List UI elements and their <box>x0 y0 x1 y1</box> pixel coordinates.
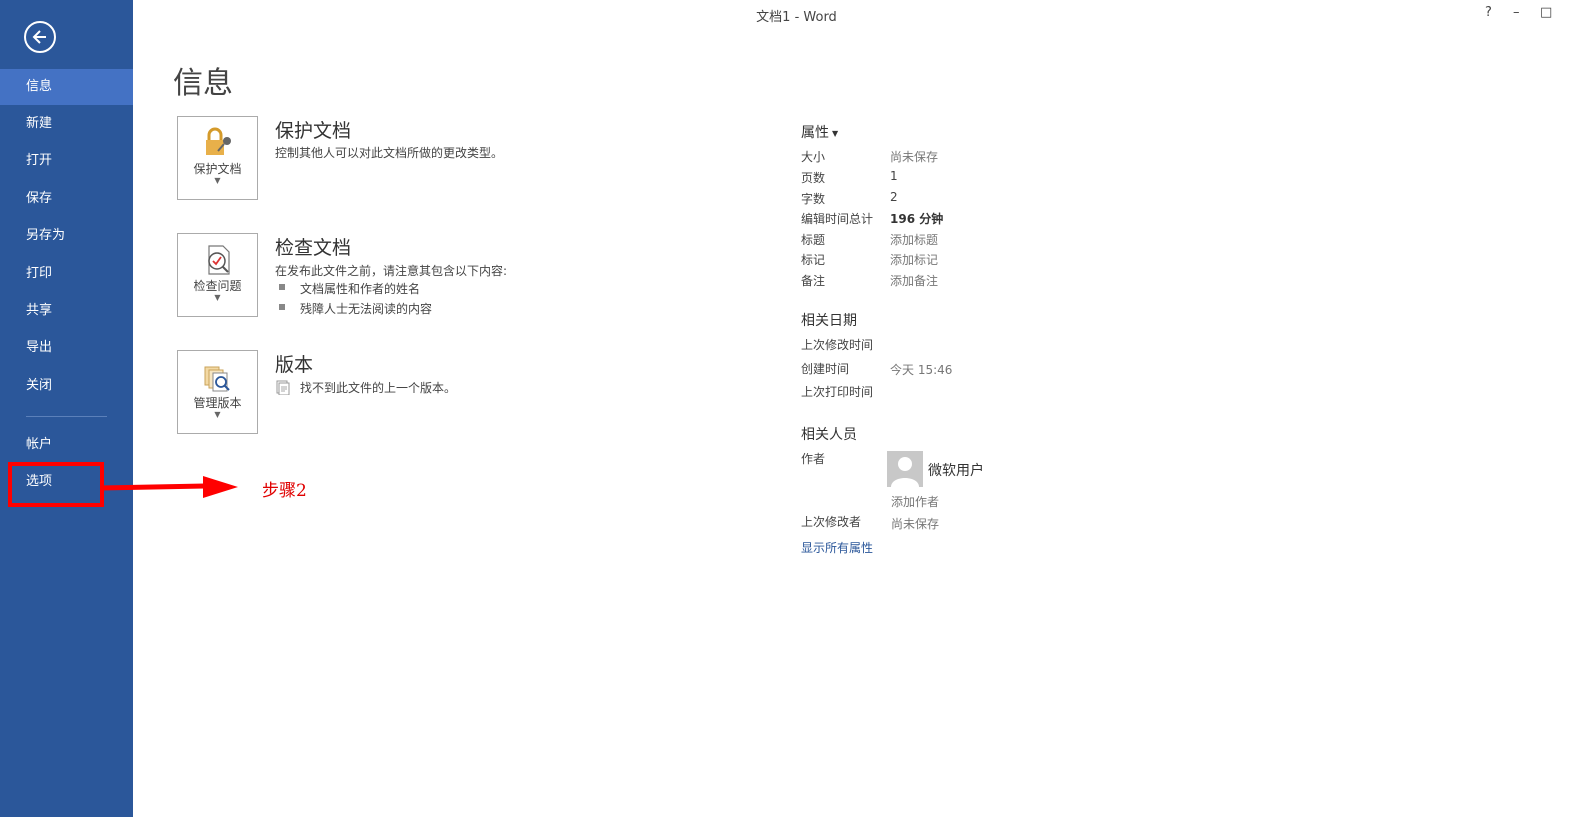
add-author-field[interactable]: 添加作者 <box>891 493 939 510</box>
property-label: 编辑时间总计 <box>801 212 874 226</box>
check-issues-button[interactable]: 检查问题 ▼ <box>177 233 258 317</box>
chevron-down-icon: ▼ <box>832 128 839 138</box>
last-modified-by-label: 上次修改者 <box>801 515 862 529</box>
inspect-document-icon <box>208 245 230 275</box>
nav-item-export[interactable]: 导出 <box>0 330 133 366</box>
chevron-down-icon: ▼ <box>214 176 221 185</box>
manage-versions-button-label: 管理版本 <box>193 396 242 410</box>
minimize-button[interactable]: – <box>1513 5 1520 20</box>
options-highlight-box <box>8 462 104 507</box>
user-silhouette-icon <box>891 457 919 487</box>
step-annotation-label: 步骤2 <box>262 481 307 501</box>
property-label: 备注 <box>801 274 826 288</box>
property-label: 标记 <box>801 253 826 267</box>
inspect-bullet-item: 文档属性和作者的姓名 <box>300 282 421 296</box>
show-all-properties-link[interactable]: 显示所有属性 <box>801 539 873 556</box>
author-name[interactable]: 微软用户 <box>928 460 984 480</box>
property-value-size: 尚未保存 <box>890 150 939 164</box>
window-title: 文档1 - Word <box>756 10 837 25</box>
nav-item-print[interactable]: 打印 <box>0 256 133 292</box>
protect-document-button-label: 保护文档 <box>193 162 242 176</box>
property-label: 字数 <box>801 192 826 206</box>
created-value: 今天 15:46 <box>890 363 953 377</box>
help-button[interactable]: ? <box>1485 5 1492 20</box>
nav-item-share[interactable]: 共享 <box>0 293 133 329</box>
last-modified-by-value: 尚未保存 <box>891 517 940 531</box>
author-label: 作者 <box>801 452 826 466</box>
nav-item-new[interactable]: 新建 <box>0 106 133 142</box>
bullet-icon <box>279 284 285 290</box>
nav-divider <box>26 416 107 417</box>
page-title: 信息 <box>173 66 233 101</box>
add-comment-field[interactable]: 添加备注 <box>890 272 938 289</box>
protect-document-description: 控制其他人可以对此文档所做的更改类型。 <box>275 146 504 160</box>
backstage-sidebar: 信息 新建 打开 保存 另存为 打印 共享 导出 关闭 帐户 选项 <box>0 0 133 817</box>
chevron-down-icon: ▼ <box>214 410 221 419</box>
inspect-document-title: 检查文档 <box>275 237 352 259</box>
related-dates-heading: 相关日期 <box>801 313 857 329</box>
nav-item-account[interactable]: 帐户 <box>0 427 133 463</box>
restore-button[interactable]: □ <box>1540 5 1552 20</box>
back-arrow-icon[interactable] <box>24 21 56 53</box>
chevron-down-icon: ▼ <box>214 293 221 302</box>
properties-heading-label: 属性 <box>801 125 829 141</box>
inspect-bullet-item: 残障人士无法阅读的内容 <box>300 302 433 316</box>
last-printed-label: 上次打印时间 <box>801 385 874 399</box>
manage-versions-button[interactable]: 管理版本 ▼ <box>177 350 258 434</box>
protect-document-button[interactable]: 保护文档 ▼ <box>177 116 258 200</box>
check-issues-button-label: 检查问题 <box>193 279 242 293</box>
lock-key-icon <box>206 127 231 155</box>
property-value-words: 2 <box>890 190 898 204</box>
nav-item-close[interactable]: 关闭 <box>0 368 133 404</box>
versions-title: 版本 <box>275 354 314 376</box>
last-modified-label: 上次修改时间 <box>801 338 874 352</box>
nav-item-save-as[interactable]: 另存为 <box>0 218 133 254</box>
annotation-arrow-icon <box>100 476 238 498</box>
properties-heading[interactable]: 属性 ▼ <box>801 122 838 142</box>
property-label: 标题 <box>801 233 826 247</box>
inspect-document-description: 在发布此文件之前，请注意其包含以下内容: <box>275 264 508 278</box>
created-label: 创建时间 <box>801 362 850 376</box>
manage-versions-icon <box>204 366 230 392</box>
nav-item-save[interactable]: 保存 <box>0 181 133 217</box>
property-label: 页数 <box>801 171 826 185</box>
versions-description: 找不到此文件的上一个版本。 <box>300 381 457 395</box>
protect-document-title: 保护文档 <box>275 120 352 142</box>
add-title-field[interactable]: 添加标题 <box>890 231 938 248</box>
document-versions-icon <box>276 380 290 395</box>
property-label: 大小 <box>801 150 826 164</box>
nav-item-open[interactable]: 打开 <box>0 143 133 179</box>
property-value-edit-time: 196 分钟 <box>890 212 944 226</box>
related-people-heading: 相关人员 <box>801 427 857 443</box>
add-tag-field[interactable]: 添加标记 <box>890 251 938 268</box>
avatar <box>887 451 923 487</box>
property-value-pages: 1 <box>890 169 898 183</box>
nav-item-info[interactable]: 信息 <box>0 69 133 105</box>
bullet-icon <box>279 304 285 310</box>
